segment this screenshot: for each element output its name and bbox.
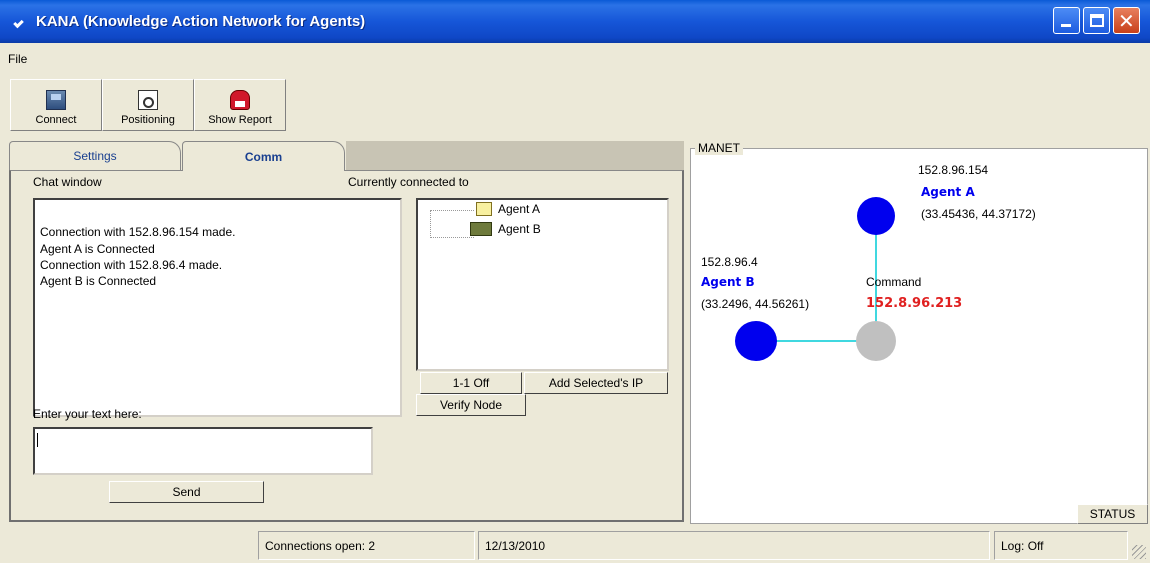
- one-to-one-toggle-button[interactable]: 1-1 Off: [420, 372, 522, 394]
- chat-line: Agent A is Connected: [40, 242, 155, 256]
- positioning-label: Positioning: [121, 114, 175, 126]
- app-check-icon: [12, 13, 30, 31]
- chat-window-label: Chat window: [33, 175, 102, 189]
- manet-map: 152.8.96.154 Agent A (33.45436, 44.37172…: [690, 148, 1148, 524]
- agent-a-name: Agent A: [921, 185, 975, 199]
- positioning-icon: [138, 90, 158, 110]
- tree-item-agent-a[interactable]: Agent A: [476, 202, 540, 216]
- close-button[interactable]: ✕: [1113, 7, 1140, 34]
- agent-b-name: Agent B: [701, 275, 755, 289]
- tree-connector: [430, 210, 431, 238]
- verify-node-button[interactable]: Verify Node: [416, 394, 526, 416]
- connect-button[interactable]: Connect: [10, 79, 102, 131]
- menu-bar: File: [0, 43, 1150, 75]
- connect-icon: [46, 90, 66, 110]
- title-bar: KANA (Knowledge Action Network for Agent…: [0, 0, 1150, 43]
- chat-line: Connection with 152.8.96.4 made.: [40, 258, 223, 272]
- maximize-icon: [1090, 14, 1104, 27]
- agent-a-coords: (33.45436, 44.37172): [921, 207, 1036, 221]
- show-report-button[interactable]: Show Report: [194, 79, 286, 131]
- computer-icon: [470, 222, 492, 236]
- status-button[interactable]: STATUS: [1077, 504, 1148, 524]
- agent-a-node[interactable]: [857, 197, 895, 235]
- agent-a-label: Agent A: [498, 202, 541, 216]
- log-status: Log: Off: [994, 531, 1128, 560]
- agent-b-ip: 152.8.96.4: [701, 255, 758, 269]
- document-icon: [476, 202, 492, 216]
- maximize-button[interactable]: [1083, 7, 1110, 34]
- agent-b-node[interactable]: [735, 321, 777, 361]
- chat-line: Connection with 152.8.96.154 made.: [40, 225, 236, 239]
- show-report-label: Show Report: [208, 114, 272, 126]
- menu-file[interactable]: File: [8, 52, 27, 66]
- agent-b-coords: (33.2496, 44.56261): [701, 297, 810, 311]
- manet-title: MANET: [695, 141, 743, 155]
- date-status: 12/13/2010: [478, 531, 990, 560]
- tab-strip-background: [346, 141, 684, 170]
- connected-label: Currently connected to: [348, 175, 469, 189]
- close-icon: ✕: [1118, 9, 1135, 33]
- minimize-icon: [1061, 24, 1071, 27]
- tree-connector: [430, 237, 474, 238]
- input-label: Enter your text here:: [33, 407, 142, 421]
- chat-line: Agent B is Connected: [40, 274, 157, 288]
- text-caret: [37, 433, 38, 447]
- tab-comm[interactable]: Comm: [182, 141, 345, 171]
- connect-label: Connect: [35, 114, 77, 126]
- connected-agents-tree[interactable]: Agent A Agent B: [416, 198, 669, 371]
- positioning-button[interactable]: Positioning: [102, 79, 194, 131]
- message-input[interactable]: [33, 427, 373, 475]
- chat-window[interactable]: Connection with 152.8.96.154 made. Agent…: [33, 198, 402, 417]
- resize-grip-icon[interactable]: [1132, 545, 1146, 559]
- window-controls: ✕: [1053, 7, 1140, 34]
- tab-settings[interactable]: Settings: [9, 141, 181, 170]
- command-label: Command: [866, 275, 922, 289]
- tree-item-agent-b[interactable]: Agent B: [470, 222, 541, 236]
- send-button[interactable]: Send: [109, 481, 264, 503]
- toolbar: Connect Positioning Show Report: [10, 79, 286, 131]
- status-bar: Connections open: 2 12/13/2010 Log: Off: [0, 528, 1150, 563]
- window-title: KANA (Knowledge Action Network for Agent…: [36, 13, 366, 30]
- agent-a-ip: 152.8.96.154: [918, 163, 989, 177]
- connections-status: Connections open: 2: [258, 531, 475, 560]
- add-selected-ip-button[interactable]: Add Selected's IP: [524, 372, 668, 394]
- report-icon: [230, 90, 250, 110]
- agent-b-label: Agent B: [498, 222, 541, 236]
- comm-panel: Chat window Connection with 152.8.96.154…: [9, 170, 684, 522]
- command-ip: 152.8.96.213: [866, 296, 963, 311]
- minimize-button[interactable]: [1053, 7, 1080, 34]
- tree-connector: [430, 210, 474, 211]
- command-node[interactable]: [856, 321, 896, 361]
